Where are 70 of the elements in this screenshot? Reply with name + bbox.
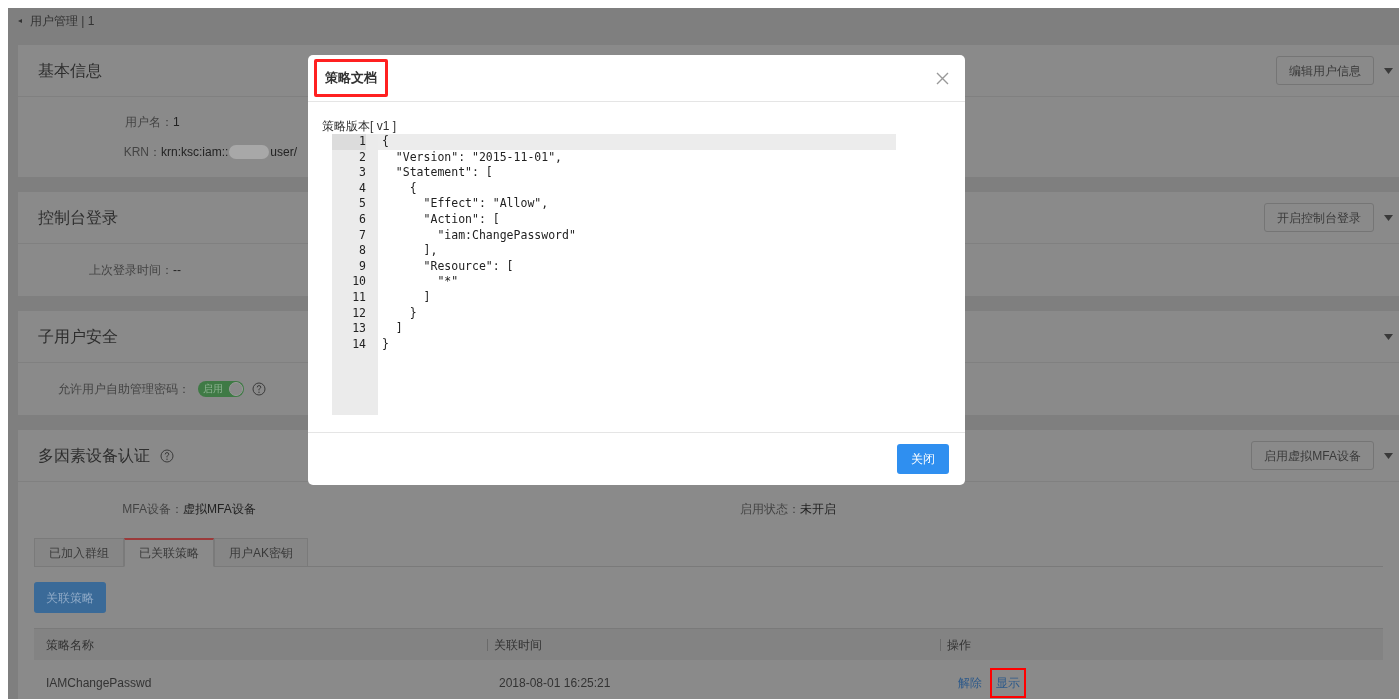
caret-icon[interactable] (1384, 67, 1393, 74)
code-line: "iam:ChangePassword" (436, 227, 577, 244)
section-title: 控制台登录 (38, 207, 118, 228)
tab[interactable]: 用户AK密钥 (214, 538, 308, 567)
dialog-title: 策略文档 (314, 59, 388, 97)
line-number: 11 (351, 289, 366, 306)
line-number: 7 (358, 227, 366, 244)
version-label: 策略版本[ v1 ] (322, 118, 397, 134)
action-button[interactable]: 启用虚拟MFA设备 (1251, 441, 1374, 470)
action-link[interactable]: 显示 (990, 668, 1026, 698)
section-title: 多因素设备认证 (38, 445, 150, 466)
caret-icon[interactable] (1384, 214, 1393, 221)
line-number: 4 (358, 180, 366, 197)
column-header: 关联时间 (494, 636, 542, 654)
close-button[interactable]: 关闭 (897, 444, 949, 474)
section-title: 子用户安全 (38, 326, 118, 347)
line-number: 9 (358, 258, 366, 275)
line-number: 5 (358, 196, 366, 212)
line-number: 13 (351, 321, 366, 337)
field-value: 未开启 (800, 501, 836, 518)
line-number: 12 (351, 305, 366, 322)
code-line: } (381, 336, 390, 353)
action-button[interactable]: 编辑用户信息 (1276, 56, 1374, 85)
code-line: } (408, 305, 418, 322)
field-label: 允许用户自助管理密码： (57, 381, 190, 398)
line-number: 2 (358, 149, 366, 166)
code-line: "Action": [ (422, 211, 501, 228)
line-number: 10 (351, 274, 366, 290)
line-number: 6 (358, 211, 366, 228)
code-line: ] (422, 289, 432, 306)
help-icon[interactable] (160, 448, 174, 463)
breadcrumb-title: 用户管理 | 1 (30, 12, 95, 30)
attach-policy-button[interactable]: 关联策略 (34, 582, 106, 613)
column-header: 操作 (947, 636, 971, 654)
field-value: -- (173, 262, 181, 279)
back-icon[interactable]: ◂ (18, 14, 22, 27)
line-number: 3 (358, 165, 366, 181)
field-label: 用户名： (124, 114, 173, 131)
code-line: "Resource": [ (422, 258, 515, 275)
column-header: 策略名称 (46, 636, 94, 654)
field-label: MFA设备： (121, 501, 183, 518)
tab[interactable]: 已加入群组 (34, 538, 124, 567)
field-label: KRN： (122, 144, 161, 161)
caret-icon[interactable] (1384, 452, 1393, 459)
field-value: 1 (173, 114, 180, 131)
code-line: ] (394, 321, 404, 337)
table-cell-text: 2018-08-01 16:25:21 (498, 675, 612, 692)
action-button[interactable]: 开启控制台登录 (1264, 203, 1374, 232)
section-title: 基本信息 (38, 60, 102, 81)
close-icon[interactable] (936, 71, 949, 85)
code-line: ], (422, 243, 439, 259)
field-value: 虚拟MFA设备 (183, 501, 257, 518)
action-link[interactable]: 解除 (952, 668, 988, 698)
field-value: krn:ksc:iam:: (161, 144, 229, 161)
code-line: "Statement": [ (394, 165, 494, 181)
toggle-switch[interactable]: 启用 (198, 381, 244, 397)
code-line: "Version": "2015-11-01", (394, 149, 563, 166)
field-label: 启用状态： (740, 501, 800, 518)
redacted-block (229, 145, 270, 159)
code-line: "Effect": "Allow", (422, 196, 550, 212)
tab[interactable]: 已关联策略 (124, 538, 214, 567)
code-line: "*" (436, 274, 460, 290)
line-number: 8 (358, 243, 366, 259)
table-cell-text: IAMChangePasswd (45, 675, 153, 692)
caret-icon[interactable] (1384, 333, 1393, 340)
line-number: 1 (332, 134, 366, 150)
help-icon[interactable] (252, 382, 266, 396)
field-value: user/ (270, 144, 298, 161)
code-line: { (408, 180, 418, 197)
line-number: 14 (351, 336, 366, 353)
